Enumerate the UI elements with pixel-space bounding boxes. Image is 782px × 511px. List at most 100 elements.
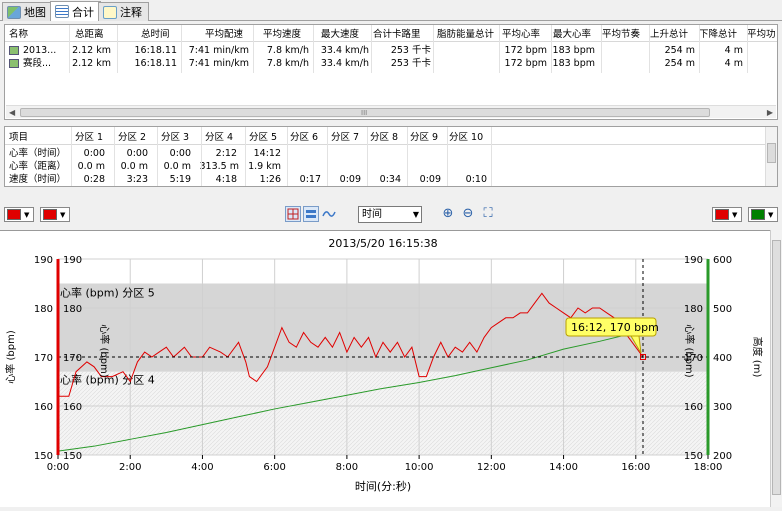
zone-table: 项目 分区 1 分区 2 分区 3 分区 4 分区 5 分区 6 分区 7 分区…: [4, 126, 778, 187]
x-tick-label: 14:00: [549, 462, 578, 473]
column-divider: [245, 127, 246, 186]
tab-map-label: 地图: [24, 6, 46, 19]
left-color-picker-1[interactable]: ▼: [4, 207, 34, 222]
column-divider: [371, 25, 372, 73]
col-total-ascent[interactable]: 上升总计: [650, 28, 698, 42]
table-row[interactable]: 心率（距离） 0.0 m 0.0 m 0.0 m 313.5 m 1.9 km: [5, 160, 777, 174]
cell-pace: 7:41 min/km: [188, 58, 249, 69]
right-y-axis-label: 高度 (m): [751, 337, 764, 378]
col-fat-energy[interactable]: 脂肪能量总计: [437, 28, 501, 42]
chart-vertical-scrollbar[interactable]: [770, 230, 782, 507]
table-row[interactable]: 赛段... 2.12 km 16:18.11 7:41 min/km 7.8 k…: [5, 57, 777, 71]
view-tab-bar: 地图 合计 注释: [0, 0, 782, 21]
table-row[interactable]: 2013... 2.12 km 16:18.11 7:41 min/km 7.8…: [5, 44, 777, 58]
col-zone-2[interactable]: 分区 2: [118, 131, 154, 145]
right-color-picker-1[interactable]: ▼: [712, 207, 742, 222]
scroll-right-icon[interactable]: ▶: [767, 108, 773, 117]
col-total-calories[interactable]: 合计卡路里: [373, 28, 429, 42]
zone-cell: 313.5 m: [199, 161, 239, 172]
grid-view-button[interactable]: [285, 206, 301, 222]
x-tick-label: 6:00: [263, 462, 285, 473]
table-row[interactable]: 心率（时间） 0:00 0:00 0:00 2:12 14:12: [5, 147, 777, 161]
col-name[interactable]: 名称: [9, 28, 57, 42]
zoom-out-icon[interactable]: ⊖: [460, 206, 476, 222]
right-tick-label: 500: [713, 304, 732, 315]
col-max-hr[interactable]: 最大心率: [553, 28, 601, 42]
col-avg-speed[interactable]: 平均速度: [263, 28, 311, 42]
zones-icon: [306, 210, 316, 218]
col-zone-7[interactable]: 分区 7: [331, 131, 367, 145]
col-zone-3[interactable]: 分区 3: [161, 131, 197, 145]
col-avg-power[interactable]: 平均功: [747, 28, 777, 42]
col-item[interactable]: 项目: [9, 131, 69, 145]
grid-icon: [287, 208, 299, 220]
cell-speed: 7.8 km/h: [266, 58, 309, 69]
heart-rate-altitude-chart[interactable]: 2013/5/20 16:15:38 心率 (bpm) 分区 5 心率 (bpm…: [0, 231, 770, 508]
col-zone-9[interactable]: 分区 9: [410, 131, 446, 145]
table-row[interactable]: 速度（时间） 0:28 3:23 5:19 4:18 1:26 0:17 0:0…: [5, 173, 777, 186]
summary-table-icon: [55, 5, 69, 18]
column-divider: [491, 127, 492, 186]
scroll-thumb[interactable]: [772, 240, 781, 495]
chart-panel: 2013/5/20 16:15:38 心率 (bpm) 分区 5 心率 (bpm…: [0, 230, 770, 507]
col-zone-8[interactable]: 分区 8: [370, 131, 406, 145]
chart-title: 2013/5/20 16:15:38: [328, 237, 437, 250]
tab-summary-label: 合计: [72, 5, 94, 19]
col-zone-1[interactable]: 分区 1: [75, 131, 111, 145]
x-axis-label: 时间(分:秒): [355, 479, 411, 493]
col-max-speed[interactable]: 最大速度: [321, 28, 369, 42]
color-swatch: [715, 209, 729, 220]
right-tick-label: 300: [713, 402, 732, 413]
col-zone-6[interactable]: 分区 6: [290, 131, 326, 145]
column-divider: [313, 25, 314, 73]
left-tick-label: 190: [34, 255, 53, 266]
column-divider: [649, 25, 650, 73]
cell-calories: 253 千卡: [390, 58, 431, 69]
col-avg-hr[interactable]: 平均心率: [502, 28, 550, 42]
x-tick-label: 8:00: [336, 462, 358, 473]
tab-map[interactable]: 地图: [2, 2, 53, 21]
col-avg-pace[interactable]: 平均配速: [205, 28, 253, 42]
scroll-thumb[interactable]: [767, 143, 776, 163]
col-zone-4[interactable]: 分区 4: [205, 131, 241, 145]
x-axis-select[interactable]: 时间 ▼: [358, 206, 422, 223]
color-swatch: [751, 209, 765, 220]
left-inner-tick-label: 180: [63, 304, 82, 315]
zone-header-row: 项目 分区 1 分区 2 分区 3 分区 4 分区 5 分区 6 分区 7 分区…: [5, 131, 777, 145]
cell-calories: 253 千卡: [390, 45, 431, 56]
zones-view-button[interactable]: [303, 206, 319, 222]
line-view-button[interactable]: [321, 206, 337, 222]
column-divider: [367, 127, 368, 186]
x-tick-label: 4:00: [191, 462, 213, 473]
segment-icon: [9, 57, 21, 71]
summary-header-row: 名称 总距离 总时间 平均配速 平均速度 最大速度 合计卡路里 脂肪能量总计 平…: [5, 28, 777, 42]
x-tick-label: 10:00: [405, 462, 434, 473]
zone-row-label: 心率（距离）: [9, 161, 67, 172]
zone-vertical-scrollbar[interactable]: [765, 127, 777, 186]
column-divider: [71, 127, 72, 186]
right-color-picker-2[interactable]: ▼: [748, 207, 778, 222]
col-zone-10[interactable]: 分区 10: [449, 131, 489, 145]
left-tick-label: 180: [34, 304, 53, 315]
col-zone-5[interactable]: 分区 5: [249, 131, 285, 145]
summary-horizontal-scrollbar[interactable]: ◀ III ▶: [6, 105, 776, 118]
tab-notes[interactable]: 注释: [98, 2, 149, 21]
col-total-distance[interactable]: 总距离: [75, 28, 111, 42]
fit-all-icon[interactable]: ⛶: [480, 206, 496, 222]
col-total-descent[interactable]: 下降总计: [699, 28, 747, 42]
column-divider: [407, 127, 408, 186]
x-tick-label: 2:00: [119, 462, 141, 473]
scroll-thumb[interactable]: III: [20, 108, 710, 117]
col-total-time[interactable]: 总时间: [141, 28, 177, 42]
scroll-left-icon[interactable]: ◀: [9, 108, 15, 117]
left-color-picker-2[interactable]: ▼: [40, 207, 70, 222]
column-divider: [551, 25, 552, 73]
tab-summary[interactable]: 合计: [50, 1, 101, 21]
left-inner-tick-label: 170: [63, 353, 82, 364]
col-avg-cadence[interactable]: 平均节奏: [602, 28, 650, 42]
right-tick-label: 600: [713, 255, 732, 266]
activity-icon: [9, 44, 21, 58]
zoom-in-icon[interactable]: ⊕: [440, 206, 456, 222]
color-swatch: [43, 209, 57, 220]
chevron-down-icon: ▼: [412, 210, 419, 219]
